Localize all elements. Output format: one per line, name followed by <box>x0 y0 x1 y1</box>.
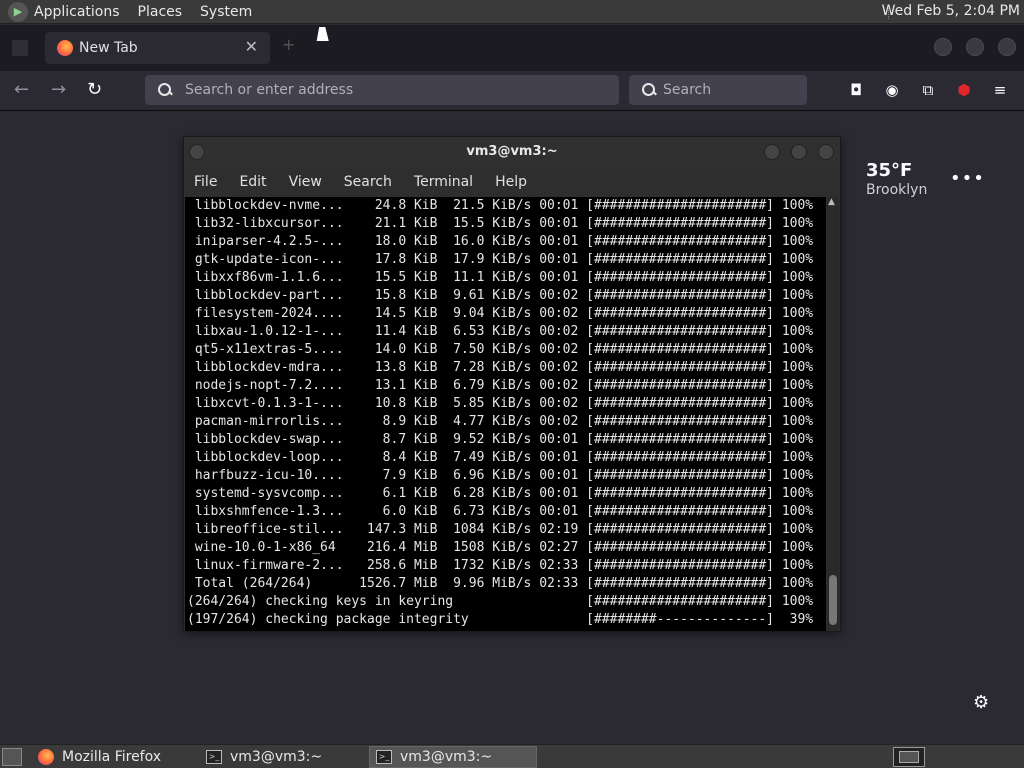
workspace-switcher[interactable] <box>893 747 925 767</box>
url-bar[interactable]: Search or enter address <box>145 75 619 105</box>
window-menu-button[interactable] <box>189 144 205 160</box>
terminal-line: libblockdev-mdra... 13.8 KiB 7.28 KiB/s … <box>187 360 814 375</box>
terminal-line: filesystem-2024.... 14.5 KiB 9.04 KiB/s … <box>187 306 814 321</box>
tab-overview-icon[interactable] <box>12 40 28 56</box>
terminal-line: qt5-x11extras-5.... 14.0 KiB 7.50 KiB/s … <box>187 342 814 357</box>
terminal-window[interactable]: vm3@vm3:~ File Edit View Search Terminal… <box>183 136 841 632</box>
applications-menu[interactable]: Applications <box>34 4 120 20</box>
terminal-line: libreoffice-stil... 147.3 MiB 1084 KiB/s… <box>187 522 814 537</box>
reload-icon[interactable]: ↻ <box>87 79 102 100</box>
terminal-line: libxcvt-0.1.3-1-... 10.8 KiB 5.85 KiB/s … <box>187 396 814 411</box>
firefox-icon <box>57 40 73 56</box>
top-panel: ▶ Applications Places System Wed Feb 5, … <box>0 0 1024 24</box>
terminal-output[interactable]: libblockdev-nvme... 24.8 KiB 21.5 KiB/s … <box>185 197 826 631</box>
tab-bar: New Tab ✕ + <box>0 25 1024 71</box>
maximize-button[interactable] <box>966 38 984 56</box>
tab-new-tab[interactable]: New Tab ✕ <box>45 32 270 64</box>
tab-title: New Tab <box>79 40 138 56</box>
search-placeholder: Search <box>663 82 712 98</box>
taskbar-item-terminal-2[interactable]: >_ vm3@vm3:~ <box>369 746 537 768</box>
weather-temperature: 35°F <box>866 160 913 181</box>
taskbar-item-label: vm3@vm3:~ <box>400 749 493 765</box>
search-icon <box>157 82 173 98</box>
terminal-line: libxxf86vm-1.1.6... 15.5 KiB 11.1 KiB/s … <box>187 270 814 285</box>
show-desktop-button[interactable] <box>2 748 22 766</box>
gear-icon[interactable]: ⚙ <box>973 692 989 713</box>
terminal-line: wine-10.0-1-x86_64 216.4 MiB 1508 KiB/s … <box>187 540 814 555</box>
menu-edit[interactable]: Edit <box>239 174 266 190</box>
minimize-button[interactable] <box>934 38 952 56</box>
ublock-icon[interactable]: ⬢ <box>954 80 974 100</box>
terminal-line: libxshmfence-1.3... 6.0 KiB 6.73 KiB/s 0… <box>187 504 814 519</box>
places-menu[interactable]: Places <box>138 4 183 20</box>
terminal-scrollbar[interactable]: ▲ <box>827 197 839 631</box>
terminal-line: libblockdev-swap... 8.7 KiB 9.52 KiB/s 0… <box>187 432 814 447</box>
close-tab-icon[interactable]: ✕ <box>245 37 258 56</box>
taskbar-item-firefox[interactable]: Mozilla Firefox <box>32 746 198 768</box>
more-options-icon[interactable]: ••• <box>950 168 985 189</box>
terminal-line: pacman-mirrorlis... 8.9 KiB 4.77 KiB/s 0… <box>187 414 814 429</box>
pocket-icon[interactable]: ◘ <box>846 80 866 100</box>
forward-arrow-icon[interactable]: → <box>51 79 66 100</box>
terminal-line: gtk-update-icon-... 17.8 KiB 17.9 KiB/s … <box>187 252 814 267</box>
terminal-line: nodejs-nopt-7.2.... 13.1 KiB 6.79 KiB/s … <box>187 378 814 393</box>
menu-terminal[interactable]: Terminal <box>414 174 473 190</box>
terminal-titlebar[interactable]: vm3@vm3:~ <box>184 137 840 167</box>
terminal-line: iniparser-4.2.5-... 18.0 KiB 16.0 KiB/s … <box>187 234 814 249</box>
terminal-line: (197/264) checking package integrity [##… <box>187 612 814 627</box>
terminal-icon: >_ <box>376 750 392 764</box>
terminal-line: libblockdev-part... 15.8 KiB 9.61 KiB/s … <box>187 288 814 303</box>
scrollbar-thumb[interactable] <box>829 575 837 625</box>
system-menu[interactable]: System <box>200 4 252 20</box>
terminal-line: harfbuzz-icu-10.... 7.9 KiB 6.96 KiB/s 0… <box>187 468 814 483</box>
nav-toolbar: ← → ↻ Search or enter address Search ◘ ◉… <box>0 71 1024 111</box>
terminal-menubar: File Edit View Search Terminal Help <box>184 167 840 197</box>
terminal-line: linux-firmware-2... 258.6 MiB 1732 KiB/s… <box>187 558 814 573</box>
taskbar-item-label: Mozilla Firefox <box>62 749 162 765</box>
extensions-icon[interactable]: ⧉ <box>918 80 938 100</box>
hamburger-menu-icon[interactable]: ≡ <box>990 80 1010 100</box>
taskbar-item-label: vm3@vm3:~ <box>230 749 323 765</box>
terminal-line: libxau-1.0.12-1-... 11.4 KiB 6.53 KiB/s … <box>187 324 814 339</box>
menu-file[interactable]: File <box>194 174 217 190</box>
url-placeholder: Search or enter address <box>185 82 354 98</box>
taskbar-item-terminal-1[interactable]: >_ vm3@vm3:~ <box>200 746 366 768</box>
mouse-pointer-icon <box>316 27 332 41</box>
weather-widget[interactable]: 35°F Brooklyn <box>866 160 956 198</box>
new-tab-icon[interactable]: + <box>282 35 298 54</box>
terminal-icon: >_ <box>206 750 222 764</box>
account-icon[interactable]: ◉ <box>882 80 902 100</box>
terminal-line: libblockdev-nvme... 24.8 KiB 21.5 KiB/s … <box>187 198 814 213</box>
distro-logo-icon[interactable]: ▶ <box>8 1 28 22</box>
terminal-title: vm3@vm3:~ <box>466 144 558 159</box>
maximize-button[interactable] <box>791 144 807 160</box>
menu-view[interactable]: View <box>289 174 322 190</box>
menu-help[interactable]: Help <box>495 174 527 190</box>
weather-city: Brooklyn <box>866 182 928 198</box>
clock[interactable]: Wed Feb 5, 2:04 PM <box>882 3 1020 19</box>
firefox-icon <box>38 749 54 765</box>
menu-search[interactable]: Search <box>344 174 392 190</box>
terminal-line: (264/264) checking keys in keyring [####… <box>187 594 814 609</box>
close-button[interactable] <box>818 144 834 160</box>
terminal-line: libblockdev-loop... 8.4 KiB 7.49 KiB/s 0… <box>187 450 814 465</box>
terminal-line: systemd-sysvcomp... 6.1 KiB 6.28 KiB/s 0… <box>187 486 814 501</box>
search-box[interactable]: Search <box>629 75 807 105</box>
back-arrow-icon[interactable]: ← <box>14 79 29 100</box>
scroll-up-arrow-icon[interactable]: ▲ <box>828 197 835 207</box>
bottom-panel: Mozilla Firefox >_ vm3@vm3:~ >_ vm3@vm3:… <box>0 744 1024 768</box>
close-window-button[interactable] <box>998 38 1016 56</box>
terminal-line: lib32-libxcursor... 21.1 KiB 15.5 KiB/s … <box>187 216 814 231</box>
terminal-line: Total (264/264) 1526.7 MiB 9.96 MiB/s 02… <box>187 576 814 591</box>
search-icon <box>641 82 657 98</box>
minimize-button[interactable] <box>764 144 780 160</box>
